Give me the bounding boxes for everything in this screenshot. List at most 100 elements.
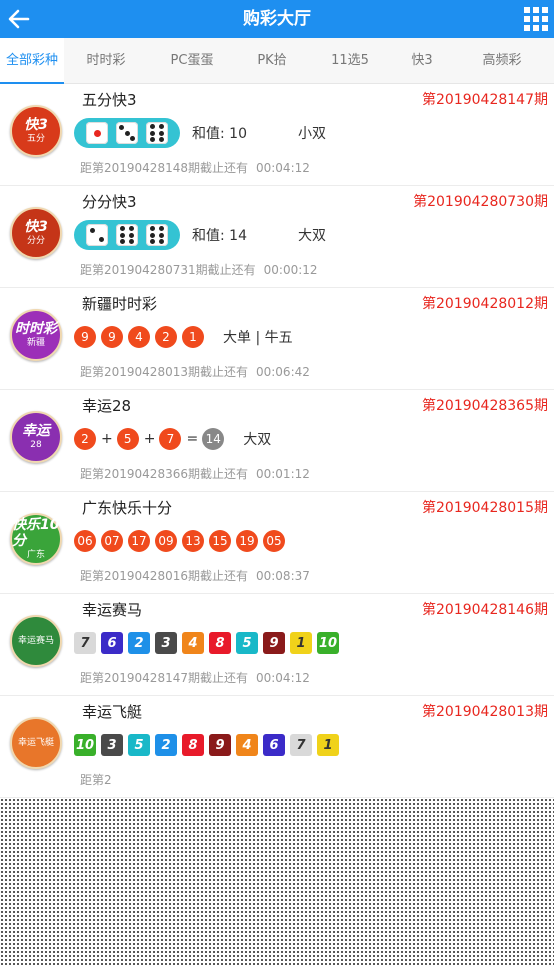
total-ball: 14 — [202, 428, 225, 450]
tab-pk10[interactable]: PK拾 — [236, 38, 308, 84]
countdown-label: 距第20190428147期截止还有 — [80, 671, 248, 685]
countdown-time: 00:00:12 — [263, 263, 318, 277]
lottery-item[interactable]: 快3 分分 分分快3 第20190428073​0期和值: 14 大双距第2019042… — [0, 186, 554, 288]
number-square: 4 — [182, 632, 204, 654]
countdown-label: 距第20190428366期截止还有 — [80, 467, 248, 481]
issue-number: 第20190428012期 — [422, 296, 548, 312]
number-square: 9 — [209, 734, 231, 756]
sum-value: 和值: 14 — [192, 228, 247, 244]
result-extra: 大双 — [243, 432, 272, 448]
plus-sign: + — [143, 431, 156, 447]
lottery-name: 幸运28 — [82, 397, 132, 415]
number-square: 3 — [155, 632, 177, 654]
loading-dither-overlay — [0, 798, 554, 965]
lottery-item[interactable]: 快3 五分 五分快3 第20190428147期 和值: 10 小双 距第201904281… — [0, 84, 554, 186]
lottery-logo: 快乐10分 广东 — [10, 513, 62, 565]
logo-main-text: 幸运 — [22, 423, 50, 439]
number-square: 5 — [128, 734, 150, 756]
page-title: 购彩大厅 — [243, 9, 311, 29]
logo-main-text: 快乐10分 — [12, 517, 60, 549]
draw-result: 2 +5 +7 = 14 大双 — [74, 424, 271, 454]
draw-result: 06 07 17 09 13 15 19 05 — [74, 526, 290, 556]
countdown-time: 00:04:12 — [255, 671, 310, 685]
lottery-logo: 幸运赛马 — [10, 615, 62, 667]
result-extra: 大单 | 牛五 — [223, 330, 293, 346]
die-icon — [86, 122, 108, 144]
draw-result: 7 6 2 3 4 8 5 9 1 10 — [74, 628, 344, 658]
countdown-label: 距第20190428013期截止还有 — [80, 365, 248, 379]
logo-sub-text: 28 — [30, 440, 42, 450]
countdown: 距第20190428013期截止还有 00:06:42 — [80, 363, 310, 380]
number-square: 2 — [155, 734, 177, 756]
issue-number: 第20190428073​0期 — [413, 194, 548, 210]
number-square: 3 — [101, 734, 123, 756]
number-ball: 2 — [155, 326, 177, 348]
countdown-time: 00:06:42 — [255, 365, 310, 379]
number-ball: 2 — [74, 428, 96, 450]
big-small-result: 小双 — [298, 126, 326, 142]
draw-result: 9 9 4 2 1 大单 | 牛五 — [74, 322, 293, 352]
number-square: 5 — [236, 632, 258, 654]
category-tabs: 全部彩种 时时彩 PC蛋蛋 PK拾 11选5 快3 高频彩 — [0, 37, 554, 84]
tab-11x5[interactable]: 11选5 — [308, 38, 392, 84]
lottery-logo: 快3 五分 — [10, 105, 62, 157]
logo-sub-text: 广东 — [26, 550, 45, 560]
number-square: 7 — [74, 632, 96, 654]
logo-main-text: 快3 — [24, 219, 48, 235]
issue-number: 第20190428015期 — [422, 500, 548, 516]
issue-number: 第20190428146期 — [422, 602, 548, 618]
number-square: 8 — [209, 632, 231, 654]
number-ball: 13 — [182, 530, 204, 552]
die-icon — [116, 122, 138, 144]
number-ball: 4 — [128, 326, 150, 348]
issue-number: 第20190428013期 — [422, 704, 548, 720]
lottery-item[interactable]: 幸运赛马 幸运赛马 第20190428146期 7 6 2 3 4 8 5 9 1 10 距第201904… — [0, 594, 554, 696]
countdown: 距第20190428147期截止还有 00:04:12 — [80, 669, 310, 686]
lottery-item[interactable]: 时时彩 新疆 新疆时时彩 第20190428012期 9 9 4 2 1 大单 | 牛五 距第201… — [0, 288, 554, 390]
number-ball: 17 — [128, 530, 150, 552]
lottery-logo: 快3 分分 — [10, 207, 62, 259]
tab-high-freq[interactable]: 高频彩 — [452, 38, 552, 84]
logo-main-text: 快3 — [24, 117, 48, 133]
lottery-item[interactable]: 幸运飞艇 幸运飞艇 第20190428013期 10 3 5 2 8 9 4 6 7 1 距第2 — [0, 696, 554, 798]
number-square: 1 — [317, 734, 339, 756]
tab-pc-egg[interactable]: PC蛋蛋 — [148, 38, 236, 84]
sum-value: 和值: 10 — [192, 126, 247, 142]
number-ball: 7 — [159, 428, 182, 450]
draw-result: 10 3 5 2 8 9 4 6 7 1 — [74, 730, 344, 760]
number-square: 10 — [74, 734, 96, 756]
lottery-item[interactable]: 快乐10分 广东 广东快乐十分 第20190428015期 06 07 17 09 13 15 19… — [0, 492, 554, 594]
tab-all[interactable]: 全部彩种 — [0, 37, 64, 84]
dice-pill — [74, 118, 180, 148]
grid-menu-icon[interactable] — [524, 7, 548, 31]
number-square: 6 — [101, 632, 123, 654]
number-square: 4 — [236, 734, 258, 756]
number-square: 1 — [290, 632, 312, 654]
countdown: 距第2 — [80, 771, 120, 788]
lottery-list: 快3 五分 五分快3 第20190428147期 和值: 10 小双 距第201904281… — [0, 84, 554, 798]
number-ball: 19 — [236, 530, 258, 552]
number-ball: 1 — [182, 326, 204, 348]
number-square: 10 — [317, 632, 339, 654]
countdown-time: 00:08:37 — [255, 569, 310, 583]
countdown-label: 距第20190428148期截止还有 — [80, 161, 248, 175]
dice-pill — [74, 220, 180, 250]
countdown: 距第201904280731期截止还有 00:00:12 — [80, 261, 318, 278]
logo-main-text: 时时彩 — [15, 321, 57, 337]
logo-sub-text: 分分 — [26, 236, 45, 246]
lottery-hall-screen: 购彩大厅 全部彩种 时时彩 PC蛋蛋 PK拾 11选5 快3 高频彩 快3 五分五… — [0, 0, 554, 965]
countdown-label: 距第201904280731期截止还有 — [80, 263, 256, 277]
lottery-name: 五分快3 — [82, 91, 137, 109]
lottery-name: 幸运飞艇 — [82, 703, 143, 721]
countdown-label: 距第2 — [80, 773, 112, 787]
tab-k3[interactable]: 快3 — [392, 38, 452, 84]
tab-ssc[interactable]: 时时彩 — [64, 38, 148, 84]
number-ball: 07 — [101, 530, 123, 552]
issue-number: 第20190428365期 — [422, 398, 548, 414]
number-ball: 5 — [116, 428, 139, 450]
big-small-result: 大双 — [298, 228, 326, 244]
lottery-item[interactable]: 幸运 28 幸运28 第20190428365期 2 +5 +7 = 14 大双 距第2019042… — [0, 390, 554, 492]
number-square: 7 — [290, 734, 312, 756]
countdown: 距第20190428366期截止还有 00:01:12 — [80, 465, 310, 482]
logo-sub-text: 五分 — [26, 134, 45, 144]
